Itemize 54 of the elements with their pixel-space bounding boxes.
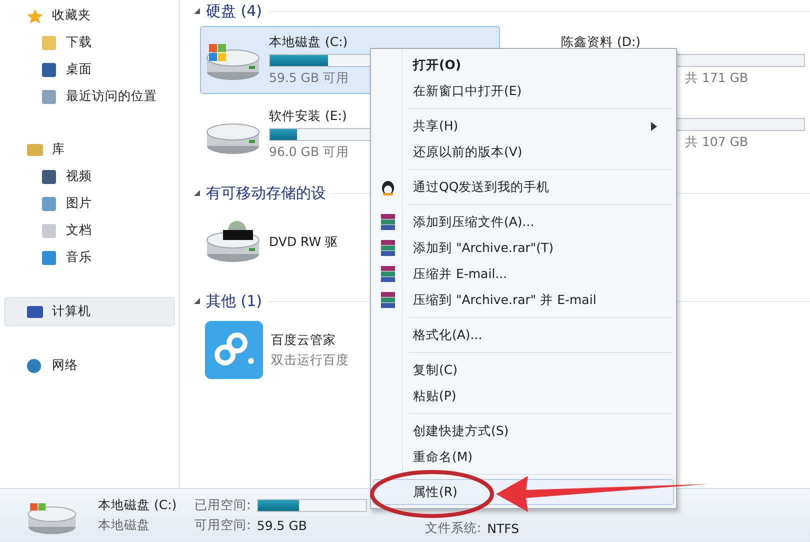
sidebar-item[interactable]: 图片 — [0, 190, 179, 217]
menu-item[interactable]: 重命名(M) — [373, 444, 674, 470]
drive-name: 本地磁盘 (C:) — [98, 497, 177, 514]
books-icon — [380, 213, 396, 231]
hard-drive-icon — [205, 220, 261, 264]
cloud-app-icon — [205, 321, 263, 379]
menu-item[interactable]: 复制(C) — [373, 357, 674, 383]
sidebar-item[interactable]: 音乐 — [0, 244, 179, 271]
drive-type: 本地磁盘 — [98, 517, 151, 534]
sidebar-item[interactable]: 库 — [0, 136, 179, 163]
drive-name: 软件安装 (E:) — [269, 108, 347, 124]
menu-item[interactable]: 格式化(A)... — [373, 322, 674, 348]
file-system-label: 文件系统: — [424, 520, 482, 537]
drive-name: 百度云管家 — [271, 332, 336, 348]
sidebar-item[interactable]: 文档 — [0, 217, 179, 244]
sidebar-item[interactable]: 最近访问的位置 — [0, 83, 179, 110]
used-space-label: 已用空间: — [194, 497, 251, 514]
sidebar-item[interactable]: 视频 — [0, 163, 179, 190]
sidebar-item[interactable]: 桌面 — [0, 56, 179, 83]
menu-item[interactable]: 还原以前的版本(V) — [373, 139, 674, 165]
sidebar-item[interactable]: 收藏夹 — [0, 2, 179, 29]
submenu-arrow-icon — [651, 122, 657, 131]
drive-name: DVD RW 驱 — [269, 234, 338, 250]
sidebar-item[interactable]: 下载 — [0, 29, 179, 56]
group-header[interactable]: 有可移动存储的设 — [206, 184, 326, 202]
menu-item[interactable]: 粘贴(P) — [373, 383, 674, 409]
app-description: 双击运行百度 — [271, 352, 349, 368]
penguin-icon — [380, 178, 396, 196]
menu-item[interactable]: 添加到压缩文件(A)... — [373, 209, 674, 235]
group-header[interactable]: 硬盘 (4) — [206, 2, 262, 20]
sidebar-item[interactable]: 网络 — [0, 352, 179, 379]
books-icon — [380, 291, 396, 309]
collapse-triangle-icon[interactable] — [194, 190, 200, 196]
menu-item[interactable]: 创建快捷方式(S) — [373, 418, 674, 444]
free-space-text: 59.5 GB 可用 — [269, 70, 350, 86]
books-icon — [380, 239, 396, 257]
menu-item[interactable]: 添加到 "Archive.rar"(T) — [373, 235, 674, 261]
free-space-text: 96.0 GB 可用 — [269, 144, 350, 160]
file-system-value: NTFS — [487, 521, 520, 536]
free-space-value: 59.5 GB — [256, 518, 307, 533]
books-icon — [380, 265, 396, 283]
menu-item[interactable]: 压缩到 "Archive.rar" 并 E-mail — [373, 287, 674, 313]
free-space-text: 共 107 GB — [684, 134, 748, 150]
sidebar-item[interactable]: 计算机 — [4, 297, 175, 326]
free-space-text: 共 171 GB — [684, 70, 748, 86]
free-space-label: 可用空间: — [194, 517, 251, 534]
menu-item[interactable]: 压缩并 E-mail... — [373, 261, 674, 287]
collapse-triangle-icon[interactable] — [194, 298, 200, 304]
menu-item[interactable]: 共享(H) — [373, 113, 674, 139]
group-header[interactable]: 其他 (1) — [206, 292, 262, 310]
drive-name: 陈鑫资料 (D:) — [561, 34, 641, 50]
menu-item[interactable]: 通过QQ发送到我的手机 — [373, 174, 674, 200]
collapse-triangle-icon[interactable] — [194, 8, 200, 14]
drive-name: 本地磁盘 (C:) — [269, 34, 348, 50]
